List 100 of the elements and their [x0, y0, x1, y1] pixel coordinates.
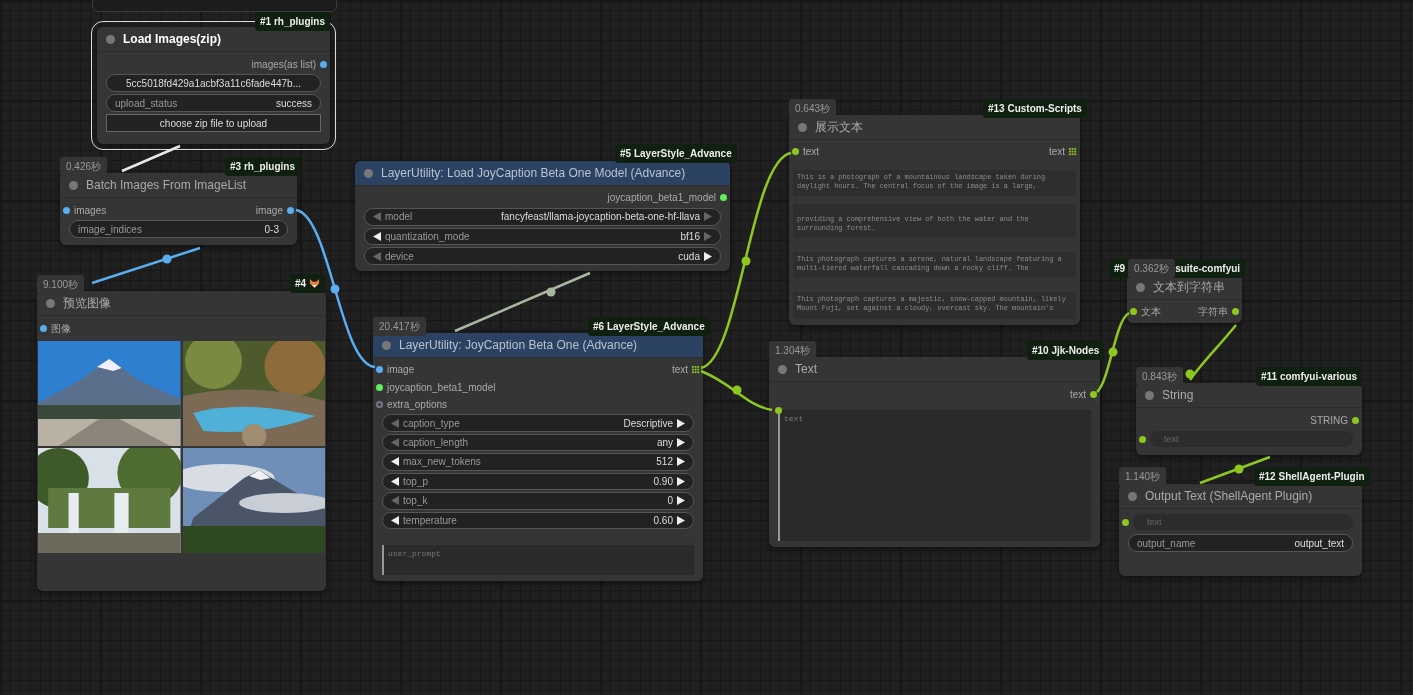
widget-value: bf16 [680, 229, 700, 244]
input-socket[interactable] [376, 401, 383, 409]
link-wire[interactable] [295, 208, 376, 369]
decrement-arrow-icon[interactable] [391, 476, 399, 486]
node-badge: #3 rh_plugins [225, 157, 300, 176]
widget-value: output_text [1294, 536, 1344, 551]
increment-arrow-icon[interactable] [677, 476, 685, 486]
node-title: LayerUtility: JoyCaption Beta One (Advance) [399, 337, 638, 354]
link-wire[interactable] [91, 246, 201, 285]
node-badge: #5 LayerStyle_Advance [615, 144, 737, 163]
input-socket[interactable] [1130, 308, 1137, 315]
upload-button[interactable]: choose zip file to upload [106, 114, 321, 132]
output-label: joycaption_beta1_model [607, 191, 716, 206]
node-title: 文本到字符串 [1153, 279, 1225, 296]
combo-widget[interactable]: quantization_mode bf16 [364, 227, 721, 246]
collapse-dot-icon[interactable] [778, 364, 787, 374]
output-socket[interactable] [320, 60, 327, 68]
output-socket[interactable] [1352, 416, 1359, 424]
widget-label: model [385, 210, 413, 225]
node-title: 预览图像 [63, 295, 111, 312]
input-label: images [74, 203, 107, 218]
node-badge-text: #4 [295, 277, 307, 291]
output-label: 字符串 [1198, 305, 1228, 319]
combo-widget[interactable]: caption_length any [382, 433, 694, 452]
widget-value: 0.60 [653, 513, 673, 528]
collapse-dot-icon[interactable] [46, 298, 55, 308]
increment-arrow-icon[interactable] [677, 496, 685, 506]
collapse-dot-icon[interactable] [1136, 282, 1145, 292]
input-label: 文本 [1141, 305, 1161, 319]
widget-value: 0-3 [264, 222, 279, 237]
collapse-dot-icon[interactable] [1145, 390, 1154, 400]
decrement-arrow-icon[interactable] [391, 457, 399, 467]
input-socket[interactable] [376, 366, 383, 374]
collapse-dot-icon[interactable] [1128, 491, 1137, 501]
node-title: Load Images(zip) [123, 31, 221, 48]
run-time-label: 0.643秒 [789, 99, 837, 118]
node-badge: #12 ShellAgent-Plugin [1254, 467, 1370, 486]
widget-label: image_indices [78, 222, 142, 237]
output-label: text [671, 363, 688, 378]
increment-arrow-icon[interactable] [677, 418, 685, 428]
run-time-label: 0.426秒 [60, 157, 108, 176]
link-wire[interactable] [700, 369, 773, 412]
widget-label: top_k [403, 494, 428, 509]
input-socket[interactable] [376, 383, 383, 391]
node-title: Text [795, 361, 817, 378]
widget-value: 0.90 [653, 474, 673, 489]
output-socket[interactable] [1232, 308, 1239, 315]
combo-widget[interactable]: temperature 0.60 [382, 511, 694, 529]
node-badge: #6 LayerStyle_Advance [588, 317, 710, 336]
widget-field[interactable]: output_name output_text [1128, 534, 1353, 552]
input-socket[interactable] [1122, 518, 1129, 526]
widget-label: temperature [403, 513, 457, 528]
combo-widget[interactable]: top_p 0.90 [382, 472, 694, 491]
node-badge-text: suite-comfyui [1175, 262, 1241, 276]
link-wire[interactable] [1185, 324, 1237, 381]
widget-value: any [656, 435, 673, 450]
collapse-dot-icon[interactable] [382, 340, 391, 350]
collapse-dot-icon[interactable] [798, 122, 807, 132]
text-area[interactable]: text [778, 410, 1091, 541]
widget-value: Descriptive [623, 416, 673, 431]
increment-arrow-icon[interactable] [677, 515, 685, 525]
node-title: LayerUtility: Load JoyCaption Beta One Model (Advance) [381, 165, 686, 182]
input-socket[interactable] [792, 148, 799, 156]
run-time-label: 0.362秒 [1128, 259, 1176, 278]
node-badge: #11 comfyui-various [1256, 367, 1363, 386]
output-label: text [1048, 145, 1065, 160]
output-label: text [1069, 387, 1086, 402]
node-badge-text: #9 [1114, 262, 1126, 276]
output-socket[interactable] [720, 194, 727, 202]
input-socket[interactable] [1139, 435, 1146, 443]
input-socket[interactable] [40, 324, 47, 332]
link-wire[interactable] [454, 271, 591, 333]
combo-widget[interactable]: top_k 0 [382, 492, 694, 510]
input-socket[interactable] [775, 407, 782, 414]
widget-field[interactable]: upload_status success [106, 94, 321, 112]
decrement-arrow-icon[interactable] [391, 515, 399, 525]
combo-widget[interactable]: caption_type Descriptive [382, 414, 694, 432]
list-output-icon[interactable] [1069, 147, 1077, 156]
widget-field[interactable]: image_indices 0-3 [69, 220, 288, 238]
decrement-arrow-icon[interactable] [373, 231, 381, 241]
output-label: image [255, 203, 283, 218]
input-label: image [387, 363, 415, 378]
node-title: 展示文本 [815, 119, 863, 136]
collapse-dot-icon[interactable] [106, 34, 115, 44]
output-socket[interactable] [287, 206, 294, 214]
input-socket[interactable] [63, 206, 70, 214]
output-socket[interactable] [1090, 390, 1097, 398]
collapse-dot-icon[interactable] [69, 180, 78, 190]
run-time-label: 9.100秒 [37, 275, 85, 294]
increment-arrow-icon[interactable] [677, 457, 685, 467]
increment-arrow-icon[interactable] [677, 437, 685, 448]
node-badge: #13 Custom-Scripts [983, 99, 1087, 118]
combo-widget[interactable]: device cuda [364, 247, 721, 265]
text-area[interactable]: user_prompt [382, 544, 694, 575]
output-label: images(as list) [251, 57, 316, 72]
collapse-dot-icon[interactable] [364, 168, 373, 178]
list-output-icon[interactable] [692, 365, 700, 374]
increment-arrow-icon[interactable] [704, 251, 712, 261]
value-field[interactable]: 5cc5018fd429a1acbf3a11c6fade447b... [106, 74, 321, 92]
combo-widget[interactable]: max_new_tokens 512 [382, 453, 694, 471]
